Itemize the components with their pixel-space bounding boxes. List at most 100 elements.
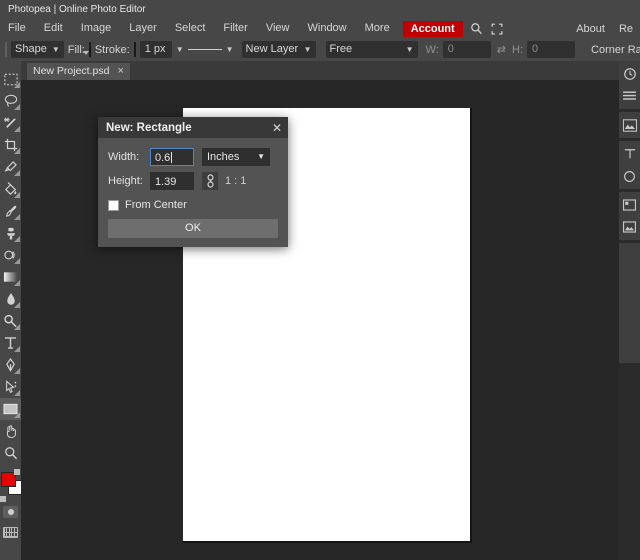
dialog-title: New: Rectangle	[106, 122, 192, 134]
stroke-label: Stroke:	[95, 44, 130, 56]
right-panel-group-2	[619, 112, 640, 138]
dialog-unit-value: Inches	[207, 148, 239, 166]
shape-mode-select[interactable]: Shape ▼	[11, 41, 64, 58]
path-mode-value: Free	[330, 41, 353, 58]
text-cursor	[171, 152, 172, 163]
zoom-tool[interactable]	[0, 442, 21, 464]
layer-mode-value: New Layer	[246, 41, 299, 58]
color-wheel-icon[interactable]	[619, 165, 640, 187]
type-panel-icon[interactable]	[619, 143, 640, 165]
dialog-height-input[interactable]: 1.39	[150, 172, 194, 190]
swatches-icon[interactable]	[619, 194, 640, 216]
menu-item-more[interactable]: More	[356, 19, 399, 38]
dialog-height-label: Height:	[108, 175, 150, 187]
width-row: Width: 0.6 Inches ▼	[108, 148, 278, 166]
corner-radius-label: Corner Radius:	[591, 44, 640, 56]
stroke-color-swatch[interactable]	[134, 42, 136, 57]
dialog-unit-select[interactable]: Inches ▼	[202, 148, 270, 166]
layer-mode-select[interactable]: New Layer ▼	[242, 41, 316, 58]
from-center-label: From Center	[125, 199, 187, 211]
ok-button[interactable]: OK	[108, 219, 278, 238]
magic-wand-tool[interactable]	[0, 112, 21, 134]
quick-mask-icon	[3, 506, 18, 518]
swap-colors-icon[interactable]	[14, 469, 20, 475]
menu-item-file[interactable]: File	[0, 19, 35, 38]
menu-item-view[interactable]: View	[257, 19, 299, 38]
menu-item-report[interactable]: Re	[612, 23, 640, 35]
image-panel-icon[interactable]	[619, 216, 640, 238]
eraser-tool[interactable]	[0, 244, 21, 266]
color-swatches[interactable]	[0, 468, 21, 502]
lasso-tool[interactable]	[0, 90, 21, 112]
close-icon[interactable]: ×	[117, 63, 123, 80]
photopea-app: Photopea | Online Photo Editor File Edit…	[0, 0, 640, 560]
tab-new-project[interactable]: New Project.psd ×	[27, 63, 130, 80]
reset-colors-icon[interactable]	[0, 496, 6, 502]
type-tool[interactable]	[0, 332, 21, 354]
menu-item-layer[interactable]: Layer	[120, 19, 166, 38]
rectangle-tool-icon[interactable]	[5, 42, 7, 57]
history-clock-icon[interactable]	[619, 63, 640, 85]
brush-tool[interactable]	[0, 200, 21, 222]
blur-tool[interactable]	[0, 288, 21, 310]
gradient-tool[interactable]	[0, 266, 21, 288]
search-icon[interactable]	[467, 19, 487, 38]
fill-color-swatch[interactable]	[89, 42, 91, 57]
dodge-tool[interactable]	[0, 310, 21, 332]
tab-label: New Project.psd	[33, 63, 109, 80]
from-center-row[interactable]: From Center	[108, 199, 278, 211]
keyboard-icon	[3, 527, 18, 538]
adjustments-icon[interactable]	[619, 114, 640, 136]
stroke-width-input[interactable]: 1 px	[140, 41, 172, 58]
new-rectangle-dialog: New: Rectangle ✕ Width: 0.6 Inches ▼ Hei…	[98, 117, 288, 247]
no-stroke-cross-icon-2	[134, 42, 136, 57]
menu-item-edit[interactable]: Edit	[35, 19, 72, 38]
width-input[interactable]: 0	[443, 41, 491, 58]
stroke-width-caret-icon[interactable]: ▼	[176, 45, 184, 54]
paint-bucket-tool[interactable]	[0, 178, 21, 200]
chevron-down-icon-layer: ▼	[304, 41, 312, 58]
keyboard-shortcuts-button[interactable]	[0, 522, 21, 542]
link-chain-icon[interactable]	[202, 172, 218, 190]
close-icon[interactable]: ✕	[272, 122, 282, 134]
right-panel-rail	[619, 61, 640, 560]
clone-stamp-tool[interactable]	[0, 222, 21, 244]
stroke-style-caret-icon[interactable]: ▼	[226, 45, 234, 54]
account-button[interactable]: Account	[403, 21, 463, 37]
right-panel-group-4	[619, 192, 640, 240]
menu-item-about[interactable]: About	[569, 23, 612, 35]
marquee-tool[interactable]	[0, 68, 21, 90]
right-panel-group-1	[619, 61, 640, 109]
dialog-width-value: 0.6	[155, 152, 170, 164]
hand-tool[interactable]	[0, 420, 21, 442]
shape-mode-value: Shape	[15, 41, 47, 58]
fullscreen-icon[interactable]	[487, 19, 507, 38]
height-label: H:	[512, 44, 523, 56]
tool-bar	[0, 61, 21, 560]
eyedropper-tool[interactable]	[0, 156, 21, 178]
page-title: Photopea | Online Photo Editor	[0, 0, 640, 19]
width-label: W:	[426, 44, 439, 56]
shape-tool[interactable]	[0, 398, 21, 420]
menu-item-window[interactable]: Window	[299, 19, 356, 38]
path-mode-select[interactable]: Free ▼	[326, 41, 418, 58]
from-center-checkbox[interactable]	[108, 200, 119, 211]
right-panel-body	[619, 243, 640, 363]
dialog-ratio-label: 1 : 1	[225, 175, 246, 187]
crop-tool[interactable]	[0, 134, 21, 156]
layers-list-icon[interactable]	[619, 85, 640, 107]
menu-item-filter[interactable]: Filter	[214, 19, 256, 38]
height-input[interactable]: 0	[527, 41, 575, 58]
path-select-tool[interactable]	[0, 376, 21, 398]
stroke-style-icon[interactable]	[188, 41, 222, 58]
dialog-title-bar[interactable]: New: Rectangle ✕	[98, 117, 288, 138]
dialog-width-input[interactable]: 0.6	[150, 148, 194, 166]
menu-item-image[interactable]: Image	[72, 19, 121, 38]
menu-item-select[interactable]: Select	[166, 19, 215, 38]
chevron-down-icon: ▼	[257, 148, 265, 166]
document-tab-bar: New Project.psd ×	[21, 61, 619, 80]
options-bar: Shape ▼ Fill: Stroke: 1 px ▼ ▼ New Layer…	[0, 38, 640, 61]
pen-tool[interactable]	[0, 354, 21, 376]
quick-mask-button[interactable]	[0, 502, 21, 522]
swap-dimensions-icon[interactable]: ⇄	[495, 43, 508, 56]
